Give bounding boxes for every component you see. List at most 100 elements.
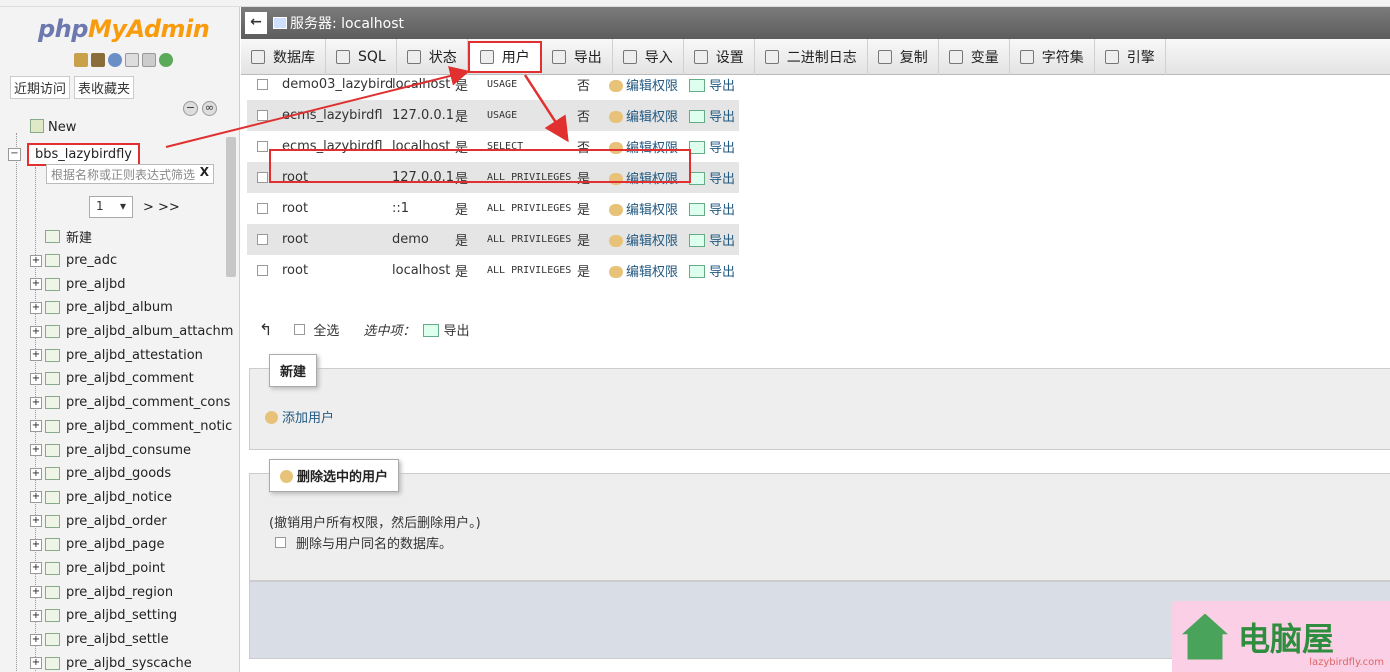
sidebar-table-item[interactable]: + pre_aljbd_point [30, 557, 233, 581]
database-node[interactable]: − bbs_lazybirdfly [8, 143, 140, 166]
select-all-checkbox[interactable] [294, 324, 306, 335]
expand-table-icon[interactable]: + [30, 396, 42, 409]
user-edit-link[interactable]: 编辑权限 [609, 199, 689, 218]
sidebar-table-name[interactable]: pre_aljbd [66, 277, 126, 292]
expand-table-icon[interactable]: + [30, 538, 42, 551]
tab-11[interactable]: 引擎 [1095, 38, 1166, 75]
recent-button[interactable]: 近期访问 [10, 76, 71, 99]
sidebar-table-name[interactable]: pre_aljbd_comment_cons [66, 395, 230, 410]
sidebar-table-name[interactable]: pre_adc [66, 253, 117, 268]
expand-table-icon[interactable]: + [30, 420, 42, 433]
row-checkbox[interactable] [257, 172, 268, 183]
sidebar-table-item[interactable]: + pre_aljbd_comment_cons [30, 391, 233, 415]
docs-icon[interactable] [125, 53, 139, 67]
sidebar-table-item[interactable]: + pre_aljbd_region [30, 580, 233, 604]
expand-table-icon[interactable]: + [30, 491, 42, 504]
sidebar-table-item[interactable]: + pre_aljbd_goods [30, 462, 233, 486]
user-export-link[interactable]: 导出 [689, 106, 735, 125]
expand-table-icon[interactable]: + [30, 444, 42, 457]
expand-table-icon[interactable]: + [30, 609, 42, 622]
select-all-label[interactable]: 全选 [313, 320, 339, 339]
sidebar-table-name[interactable]: pre_aljbd_point [66, 561, 165, 576]
expand-table-icon[interactable]: + [30, 301, 42, 314]
new-database-node[interactable]: New [30, 119, 76, 135]
sidebar-table-name[interactable]: pre_aljbd_comment [66, 371, 194, 386]
database-name[interactable]: bbs_lazybirdfly [27, 143, 140, 166]
user-export-link[interactable]: 导出 [689, 230, 735, 249]
sidebar-table-item[interactable]: + pre_aljbd_album [30, 296, 233, 320]
favorites-button[interactable]: 表收藏夹 [74, 76, 135, 99]
expand-table-icon[interactable]: + [30, 586, 42, 599]
sidebar-table-item[interactable]: + pre_aljbd_page [30, 533, 233, 557]
sidebar-table-name[interactable]: pre_aljbd_settle [66, 632, 169, 647]
expand-table-icon[interactable]: + [30, 467, 42, 480]
sidebar-table-item[interactable]: + pre_aljbd_comment_notic [30, 415, 233, 439]
sidebar-table-item[interactable]: + pre_aljbd_comment [30, 367, 233, 391]
breadcrumb-server[interactable]: 服务器: localhost [290, 13, 404, 33]
tab-9[interactable]: 变量 [939, 38, 1010, 75]
sidebar-table-item[interactable]: 新建 [30, 225, 233, 249]
sidebar-table-item[interactable]: + pre_aljbd_order [30, 509, 233, 533]
phpmyadmin-logo[interactable]: phpMyAdmin [38, 15, 210, 43]
expand-table-icon[interactable]: + [30, 372, 42, 385]
sidebar-table-item[interactable]: + pre_aljbd [30, 272, 233, 296]
expand-table-icon[interactable]: + [30, 515, 42, 528]
expand-table-icon[interactable]: + [30, 325, 42, 338]
expand-table-icon[interactable]: + [30, 657, 42, 670]
page-select[interactable]: 1 ▾ [89, 196, 133, 218]
sidebar-table-name[interactable]: 新建 [66, 227, 92, 246]
add-user-link[interactable]: 添加用户 [265, 407, 334, 426]
sidebar-table-name[interactable]: pre_aljbd_setting [66, 608, 177, 623]
user-export-link[interactable]: 导出 [689, 168, 735, 187]
collapse-db-icon[interactable]: − [8, 148, 21, 161]
clear-filter-button[interactable]: X [200, 165, 209, 179]
sidebar-table-name[interactable]: pre_aljbd_syscache [66, 656, 192, 671]
collapse-all-icon[interactable]: − [183, 101, 198, 116]
sidebar-scrollbar[interactable] [226, 137, 236, 277]
expand-table-icon[interactable]: + [30, 633, 42, 646]
page-nav[interactable]: > >> [143, 200, 180, 215]
sidebar-table-name[interactable]: pre_aljbd_comment_notic [66, 419, 232, 434]
sidebar-table-item[interactable]: + pre_aljbd_consume [30, 438, 233, 462]
user-edit-link[interactable]: 编辑权限 [609, 261, 689, 280]
sidebar-table-name[interactable]: pre_aljbd_album [66, 300, 173, 315]
row-checkbox[interactable] [257, 265, 268, 276]
expand-table-icon[interactable]: + [30, 278, 42, 291]
row-checkbox[interactable] [257, 79, 268, 90]
help-icon[interactable] [108, 53, 122, 67]
sidebar-table-name[interactable]: pre_aljbd_consume [66, 443, 191, 458]
sidebar-table-item[interactable]: + pre_aljbd_attestation [30, 343, 233, 367]
expand-table-icon[interactable]: + [30, 254, 42, 267]
drop-db-checkbox[interactable] [275, 537, 286, 548]
sidebar-table-name[interactable]: pre_aljbd_region [66, 585, 173, 600]
user-export-link[interactable]: 导出 [689, 75, 735, 94]
tab-3[interactable]: 用户 [467, 40, 542, 73]
sidebar-table-item[interactable]: + pre_aljbd_syscache [30, 651, 233, 672]
bulk-export-button[interactable]: 导出 [423, 320, 469, 339]
expand-table-icon[interactable]: + [30, 562, 42, 575]
sidebar-table-item[interactable]: + pre_adc [30, 249, 233, 273]
row-checkbox[interactable] [257, 110, 268, 121]
sidebar-table-item[interactable]: + pre_aljbd_notice [30, 486, 233, 510]
sidebar-table-name[interactable]: pre_aljbd_attestation [66, 348, 203, 363]
home-icon[interactable] [74, 53, 88, 67]
settings-icon[interactable] [142, 53, 156, 67]
collapse-sidebar-button[interactable]: ← [245, 12, 267, 34]
table-filter-input[interactable]: 根据名称或正则表达式筛选 X [46, 164, 214, 184]
user-export-link[interactable]: 导出 [689, 261, 735, 280]
link-icon[interactable]: ∞ [202, 101, 217, 116]
reload-icon[interactable] [159, 53, 173, 67]
sidebar-table-item[interactable]: + pre_aljbd_settle [30, 628, 233, 652]
tab-7[interactable]: 二进制日志 [755, 38, 868, 75]
row-checkbox[interactable] [257, 141, 268, 152]
row-checkbox[interactable] [257, 234, 268, 245]
user-export-link[interactable]: 导出 [689, 137, 735, 156]
drop-db-label[interactable]: 删除与用户同名的数据库。 [296, 533, 452, 552]
sidebar-table-name[interactable]: pre_aljbd_album_attachm [66, 324, 233, 339]
sidebar-table-name[interactable]: pre_aljbd_notice [66, 490, 172, 505]
sidebar-table-item[interactable]: + pre_aljbd_album_attachm [30, 320, 233, 344]
sidebar-table-name[interactable]: pre_aljbd_order [66, 514, 167, 529]
user-edit-link[interactable]: 编辑权限 [609, 75, 689, 94]
tab-10[interactable]: 字符集 [1010, 38, 1095, 75]
expand-table-icon[interactable]: + [30, 349, 42, 362]
